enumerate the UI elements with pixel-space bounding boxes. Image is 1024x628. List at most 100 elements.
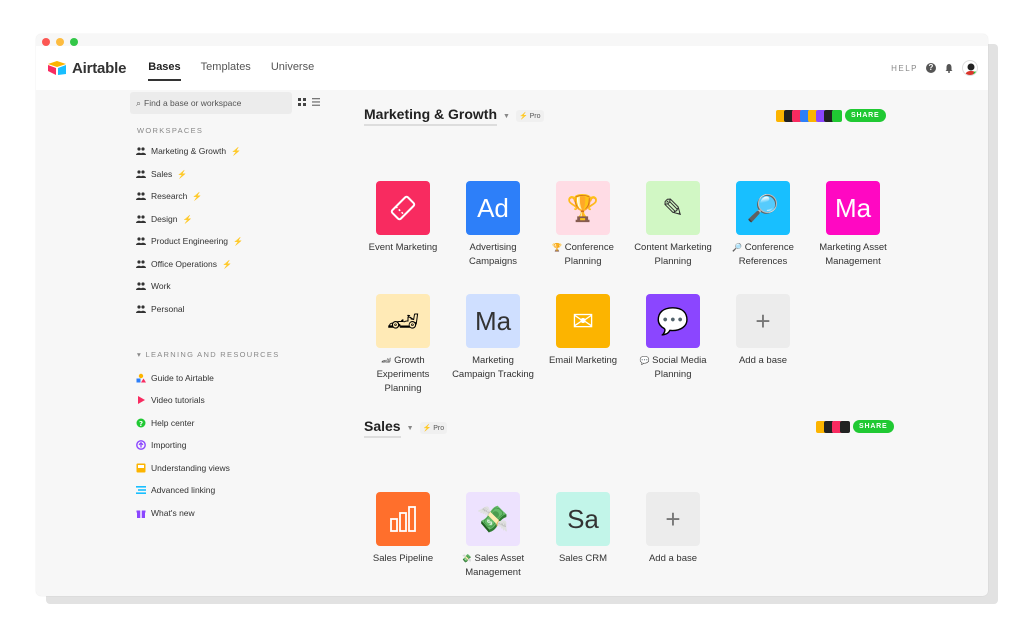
share-button[interactable]: SHARE xyxy=(853,420,894,433)
base-advertising-campaigns[interactable]: Ad Advertising Campaigns xyxy=(450,181,536,269)
magnifier-icon: 🔎 xyxy=(732,243,743,252)
bell-icon[interactable] xyxy=(944,63,954,73)
sidebar-item-label: Sales xyxy=(151,169,173,179)
workspace-header-marketing-growth: Marketing & Growth ▼ ⚡ Pro xyxy=(364,106,544,126)
tab-bases[interactable]: Bases xyxy=(148,55,181,81)
list-view-icon[interactable] xyxy=(312,98,320,106)
sidebar-item-work[interactable]: Work xyxy=(136,281,171,291)
money-icon: 💸 xyxy=(461,554,472,563)
collaborator-avatars[interactable] xyxy=(816,420,850,433)
help-link[interactable]: HELP xyxy=(891,64,918,73)
trophy-icon: 🏆 xyxy=(552,243,563,252)
share-button[interactable]: SHARE xyxy=(845,109,886,122)
sidebar-item-personal[interactable]: Personal xyxy=(136,304,185,314)
add-base-button[interactable]: + Add a base xyxy=(630,492,716,566)
team-icon xyxy=(136,147,146,155)
pro-bolt-icon: ⚡ xyxy=(182,214,193,224)
sidebar-item-video-tutorials[interactable]: Video tutorials xyxy=(136,395,205,405)
base-label: Sales CRM xyxy=(558,553,608,564)
team-icon xyxy=(136,260,146,268)
pro-bolt-icon: ⚡ xyxy=(422,425,432,432)
base-label: 🔎 Conference References xyxy=(720,241,806,269)
base-marketing-campaign-tracking[interactable]: Ma Marketing Campaign Tracking xyxy=(450,294,536,382)
sidebar-item-design[interactable]: Design ⚡ xyxy=(136,214,192,224)
workspace-title[interactable]: Sales xyxy=(364,418,401,438)
base-label: Advertising Campaigns xyxy=(468,242,518,267)
sidebar-item-product-engineering[interactable]: Product Engineering ⚡ xyxy=(136,236,243,246)
team-icon xyxy=(136,237,146,245)
sidebar-item-label: Video tutorials xyxy=(151,395,205,405)
sidebar-item-label: Importing xyxy=(151,440,187,450)
base-label: Sales Pipeline xyxy=(372,553,434,564)
base-event-marketing[interactable]: Event Marketing xyxy=(360,181,446,255)
add-base-button[interactable]: + Add a base xyxy=(720,294,806,368)
base-content-marketing-planning[interactable]: ✎ Content Marketing Planning xyxy=(630,181,716,269)
minimize-window-button[interactable] xyxy=(56,38,64,46)
team-icon xyxy=(136,192,146,200)
main-nav: Bases Templates Universe xyxy=(148,55,314,81)
base-label: Content Marketing Planning xyxy=(634,242,712,267)
base-label: Marketing Campaign Tracking xyxy=(452,355,534,380)
svg-text:?: ? xyxy=(139,420,143,428)
sidebar-item-sales[interactable]: Sales ⚡ xyxy=(136,169,187,179)
pro-badge: ⚡ Pro xyxy=(419,422,448,434)
tab-templates[interactable]: Templates xyxy=(201,55,251,81)
learning-heading[interactable]: ▾ LEARNING AND RESOURCES xyxy=(137,350,280,359)
sidebar-item-label: Work xyxy=(151,281,171,291)
base-social-media-planning[interactable]: 💬 💬 Social Media Planning xyxy=(630,294,716,382)
sidebar-item-label: Understanding views xyxy=(151,463,230,473)
sidebar-item-research[interactable]: Research ⚡ xyxy=(136,191,202,201)
base-label: 🏎 Growth Experiments Planning xyxy=(360,354,446,396)
workspace-share: SHARE xyxy=(776,109,886,122)
close-window-button[interactable] xyxy=(42,38,50,46)
airtable-logo[interactable]: Airtable xyxy=(46,60,126,77)
chevron-down-icon[interactable]: ▼ xyxy=(503,113,510,120)
sidebar-item-help-center[interactable]: ? Help center xyxy=(136,418,194,428)
base-initials-icon: Ad xyxy=(466,181,520,235)
top-bar: Airtable Bases Templates Universe HELP ? xyxy=(36,46,988,90)
sidebar-item-label: What's new xyxy=(151,508,195,518)
chevron-down-icon[interactable]: ▼ xyxy=(407,425,414,432)
trophy-icon: 🏆 xyxy=(556,181,610,235)
grid-view-icon[interactable] xyxy=(298,98,306,106)
help-icon[interactable]: ? xyxy=(926,63,936,73)
base-conference-references[interactable]: 🔎 🔎 Conference References xyxy=(720,181,806,269)
base-label: Add a base xyxy=(738,355,788,366)
pro-bolt-icon: ⚡ xyxy=(177,169,188,179)
search-placeholder: Find a base or workspace xyxy=(144,98,242,108)
base-growth-experiments-planning[interactable]: 🏎 🏎 Growth Experiments Planning xyxy=(360,294,446,396)
linking-icon xyxy=(136,486,146,494)
question-icon: ? xyxy=(136,418,146,428)
pro-bolt-icon: ⚡ xyxy=(231,146,242,156)
base-conference-planning[interactable]: 🏆 🏆 Conference Planning xyxy=(540,181,626,269)
play-icon xyxy=(138,396,145,404)
pro-badge: ⚡ Pro xyxy=(515,110,544,122)
user-avatar-icon xyxy=(965,63,977,75)
sidebar-item-understanding-views[interactable]: Understanding views xyxy=(136,463,230,473)
base-sales-asset-management[interactable]: 💸 💸 Sales Asset Management xyxy=(450,492,536,580)
maximize-window-button[interactable] xyxy=(70,38,78,46)
sidebar-item-label: Product Engineering xyxy=(151,236,229,246)
avatar[interactable] xyxy=(962,60,978,76)
collaborator-avatars[interactable] xyxy=(776,109,842,122)
search-input[interactable]: ⌕ Find a base or workspace xyxy=(130,92,292,114)
base-sales-pipeline[interactable]: Sales Pipeline xyxy=(360,492,446,566)
base-sales-crm[interactable]: Sa Sales CRM xyxy=(540,492,626,566)
sidebar-item-office-operations[interactable]: Office Operations ⚡ xyxy=(136,259,232,269)
sidebar-item-label: Office Operations xyxy=(151,259,217,269)
team-icon xyxy=(136,282,146,290)
sidebar-item-label: Guide to Airtable xyxy=(151,373,214,383)
speech-bubble-icon: 💬 xyxy=(646,294,700,348)
workspace-title[interactable]: Marketing & Growth xyxy=(364,106,498,126)
sidebar-item-guide[interactable]: Guide to Airtable xyxy=(136,373,214,383)
sidebar-item-importing[interactable]: Importing xyxy=(136,440,186,450)
sidebar-item-whats-new[interactable]: What's new xyxy=(136,508,195,518)
base-marketing-asset-management[interactable]: Ma Marketing Asset Management xyxy=(810,181,896,269)
magnifier-icon: 🔎 xyxy=(736,181,790,235)
sidebar-item-advanced-linking[interactable]: Advanced linking xyxy=(136,485,215,495)
app-window: Airtable Bases Templates Universe HELP ? xyxy=(36,34,988,596)
sidebar-item-marketing-growth[interactable]: Marketing & Growth ⚡ xyxy=(136,146,241,156)
team-icon xyxy=(136,170,146,178)
base-email-marketing[interactable]: ✉ Email Marketing xyxy=(540,294,626,368)
tab-universe[interactable]: Universe xyxy=(271,55,314,81)
